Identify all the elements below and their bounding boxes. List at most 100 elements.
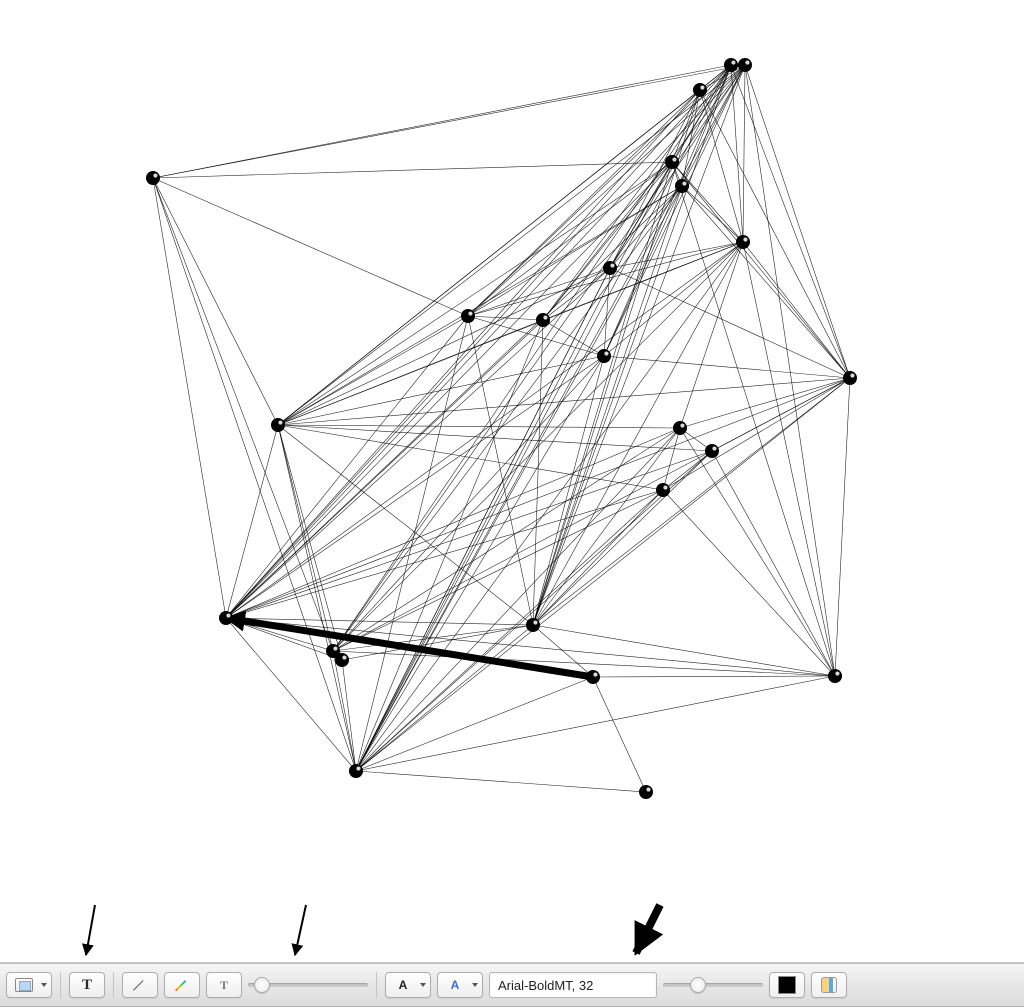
graph-node[interactable] — [673, 421, 687, 435]
graph-node[interactable] — [586, 670, 600, 684]
graph-edge — [533, 356, 604, 625]
graph-edge — [604, 65, 745, 356]
graph-edge — [356, 316, 468, 771]
font-decrease-button[interactable]: A — [385, 972, 431, 998]
screenshot-button[interactable] — [6, 972, 52, 998]
graph-node[interactable] — [603, 261, 617, 275]
graph-edge — [593, 676, 835, 677]
graph-edge — [682, 186, 743, 242]
slider-thumb[interactable] — [690, 977, 706, 993]
graph-edge — [226, 162, 672, 618]
graph-edge — [593, 677, 646, 792]
graph-edge — [356, 625, 533, 771]
graph-edge — [533, 186, 682, 625]
graph-edge — [278, 90, 700, 425]
graph-canvas[interactable] — [0, 0, 1024, 962]
graph-edge — [604, 356, 850, 378]
color-swatch-button[interactable] — [769, 972, 805, 998]
graph-node[interactable] — [738, 58, 752, 72]
graph-edge — [226, 186, 682, 618]
font-increase-button[interactable]: A — [437, 972, 483, 998]
graph-node[interactable] — [597, 349, 611, 363]
graph-node[interactable] — [724, 58, 738, 72]
graph-node[interactable] — [828, 669, 842, 683]
graph-edge — [278, 186, 682, 425]
graph-edge — [604, 242, 743, 356]
graph-edge — [226, 618, 356, 771]
graph-svg — [0, 0, 1024, 962]
graph-edge — [682, 90, 700, 186]
graph-node[interactable] — [736, 235, 750, 249]
graph-edge — [226, 451, 712, 618]
graph-edge — [356, 451, 712, 771]
graph-edge — [663, 451, 712, 490]
graph-edge — [153, 178, 333, 651]
graph-node[interactable] — [639, 785, 653, 799]
graph-node-highlight — [682, 181, 686, 185]
graph-node[interactable] — [349, 764, 363, 778]
graph-edge — [743, 242, 835, 676]
graph-node-highlight — [850, 373, 854, 377]
chevron-down-icon — [41, 983, 47, 987]
graph-node[interactable] — [461, 309, 475, 323]
graph-edge — [356, 771, 646, 792]
graph-edge — [333, 242, 743, 651]
graph-edge — [835, 378, 850, 676]
graph-node[interactable] — [271, 418, 285, 432]
graph-edge — [226, 428, 680, 618]
graph-edge — [356, 677, 593, 771]
line-icon — [132, 977, 148, 993]
graph-node-highlight — [278, 420, 282, 424]
graph-node[interactable] — [693, 83, 707, 97]
graph-node[interactable] — [656, 483, 670, 497]
node-size-slider[interactable] — [248, 975, 368, 995]
graph-node[interactable] — [536, 313, 550, 327]
graph-edge — [356, 162, 672, 771]
edge-style-rainbow-button[interactable] — [164, 972, 200, 998]
graph-edge — [153, 162, 672, 178]
line-rainbow-icon — [174, 977, 190, 993]
graph-edge — [680, 242, 743, 428]
graph-edge — [468, 65, 731, 316]
chevron-down-icon — [472, 983, 478, 987]
graph-edge — [226, 316, 468, 618]
graph-edge — [682, 65, 745, 186]
text-tool-button[interactable]: T — [69, 972, 105, 998]
edge-style-plain-button[interactable] — [122, 972, 158, 998]
graph-node[interactable] — [526, 618, 540, 632]
graph-node[interactable] — [705, 444, 719, 458]
graph-edge — [680, 378, 850, 428]
graph-node-highlight — [745, 60, 749, 64]
graph-edge — [356, 186, 682, 771]
graph-node[interactable] — [335, 653, 349, 667]
graph-edge — [333, 186, 682, 651]
separator — [376, 972, 377, 998]
graph-node-highlight — [593, 672, 597, 676]
graph-node-highlight — [226, 613, 230, 617]
graph-edge — [333, 428, 680, 651]
slider-thumb[interactable] — [254, 977, 270, 993]
graph-edge — [153, 178, 226, 618]
font-increase-icon: A — [451, 978, 460, 992]
graph-node[interactable] — [675, 179, 689, 193]
graph-node-highlight — [333, 646, 337, 650]
graph-edge — [333, 651, 356, 771]
graph-node[interactable] — [146, 171, 160, 185]
graph-edge — [333, 378, 850, 651]
graph-edge — [153, 178, 356, 771]
label-size-slider[interactable] — [663, 975, 763, 995]
graph-node-highlight — [743, 237, 747, 241]
graph-node-highlight — [604, 351, 608, 355]
graph-node-highlight — [835, 671, 839, 675]
graph-edge — [356, 320, 543, 771]
slider-track — [663, 983, 763, 987]
graph-node[interactable] — [843, 371, 857, 385]
graph-edge — [226, 378, 850, 618]
font-display[interactable]: Arial-BoldMT, 32 — [489, 972, 657, 998]
graph-node[interactable] — [665, 155, 679, 169]
graph-node[interactable] — [219, 611, 233, 625]
label-tool-button[interactable]: T — [206, 972, 242, 998]
graph-edge — [333, 490, 663, 651]
graph-edge — [745, 65, 835, 676]
color-mode-button[interactable] — [811, 972, 847, 998]
